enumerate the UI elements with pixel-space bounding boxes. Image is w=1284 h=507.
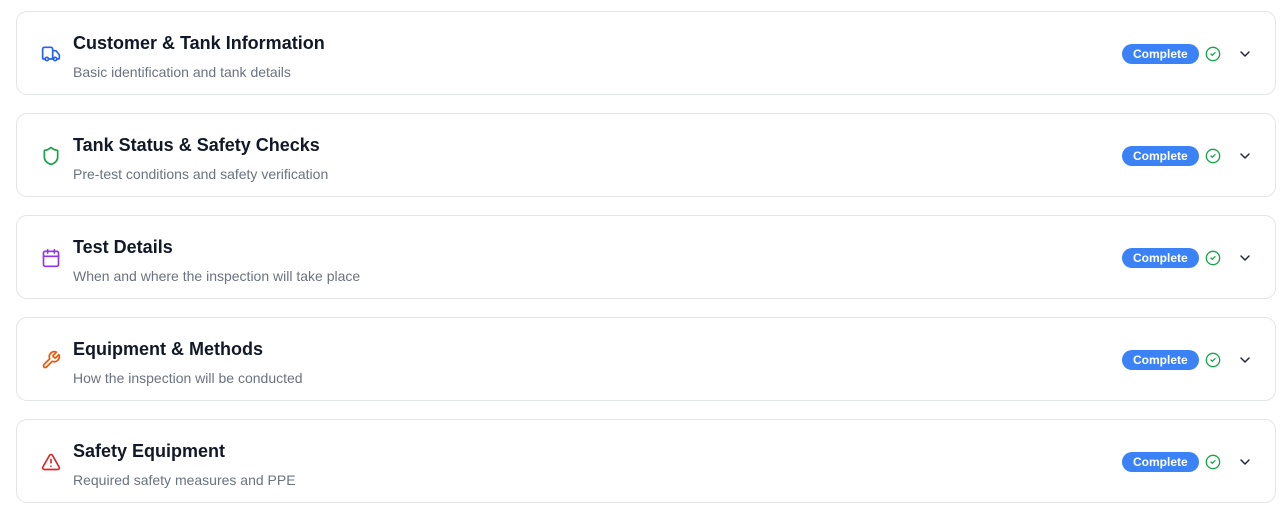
section-subtitle: When and where the inspection will take … xyxy=(73,268,361,284)
check-circle-icon xyxy=(1205,454,1221,470)
chevron-down-icon[interactable] xyxy=(1237,46,1253,62)
section-title: Safety Equipment xyxy=(73,441,226,461)
section-title: Test Details xyxy=(73,237,173,257)
chevron-down-icon[interactable] xyxy=(1237,250,1253,266)
section-subtitle: Required safety measures and PPE xyxy=(73,472,296,488)
chevron-down-icon[interactable] xyxy=(1237,454,1253,470)
status-badge: Complete xyxy=(1122,248,1199,268)
check-circle-icon xyxy=(1205,46,1221,62)
section-list: Customer & Tank Information Basic identi… xyxy=(0,0,1284,507)
section-title: Customer & Tank Information xyxy=(73,33,325,53)
check-circle-icon xyxy=(1205,250,1221,266)
section-safety-equipment[interactable]: Safety Equipment Required safety measure… xyxy=(16,419,1276,503)
warning-icon xyxy=(41,452,61,472)
shield-icon xyxy=(41,146,61,166)
section-test-details[interactable]: Test Details When and where the inspecti… xyxy=(16,215,1276,299)
truck-icon xyxy=(41,44,61,64)
section-subtitle: Basic identification and tank details xyxy=(73,64,291,80)
status-badge: Complete xyxy=(1122,146,1199,166)
section-subtitle: Pre-test conditions and safety verificat… xyxy=(73,166,329,182)
section-equipment-methods[interactable]: Equipment & Methods How the inspection w… xyxy=(16,317,1276,401)
check-circle-icon xyxy=(1205,352,1221,368)
section-title: Equipment & Methods xyxy=(73,339,263,359)
status-badge: Complete xyxy=(1122,350,1199,370)
section-title: Tank Status & Safety Checks xyxy=(73,135,320,155)
check-circle-icon xyxy=(1205,148,1221,164)
chevron-down-icon[interactable] xyxy=(1237,352,1253,368)
section-tank-status-safety-checks[interactable]: Tank Status & Safety Checks Pre-test con… xyxy=(16,113,1276,197)
wrench-icon xyxy=(41,350,61,370)
status-badge: Complete xyxy=(1122,44,1199,64)
section-subtitle: How the inspection will be conducted xyxy=(73,370,303,386)
calendar-icon xyxy=(41,248,61,268)
status-badge: Complete xyxy=(1122,452,1199,472)
section-customer-tank-information[interactable]: Customer & Tank Information Basic identi… xyxy=(16,11,1276,95)
chevron-down-icon[interactable] xyxy=(1237,148,1253,164)
